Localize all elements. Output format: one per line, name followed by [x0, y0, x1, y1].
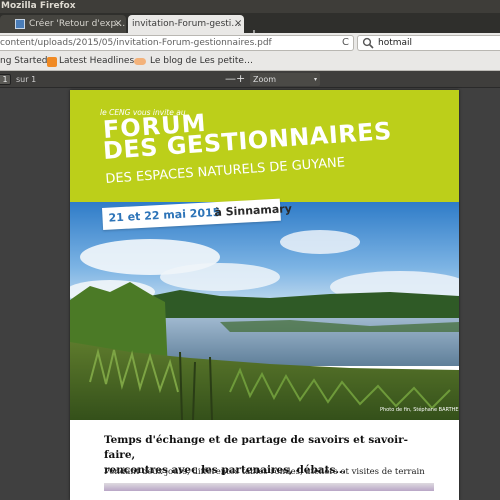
chevron-down-icon: ▾ [313, 76, 317, 83]
bookmarks-toolbar: ng Started Latest Headlines ▾ Le blog de… [0, 53, 500, 71]
close-icon[interactable]: × [114, 15, 122, 33]
window-title: Mozilla Firefox [1, 1, 76, 11]
lead-line: Temps d'échange et de partage de savoirs… [104, 434, 409, 461]
tab-invitation-pdf[interactable]: invitation-Forum-gesti… × [128, 15, 244, 33]
bookmark-le-blog[interactable]: Le blog de Les petite… [150, 53, 253, 70]
tab-creer-retour[interactable]: Créer 'Retour d'exp… × [0, 15, 126, 33]
tab-label: Créer 'Retour d'exp… [29, 19, 126, 29]
close-icon[interactable]: × [234, 15, 242, 33]
address-bar[interactable]: content/uploads/2015/05/invitation-Forum… [0, 35, 354, 51]
search-icon [362, 37, 374, 49]
navigation-toolbar: content/uploads/2015/05/invitation-Forum… [0, 33, 500, 53]
pdf-viewer[interactable]: le CENG vous invite au FORUM DES GESTION… [0, 88, 500, 500]
page-number-input[interactable]: 1 [0, 74, 11, 85]
body-paragraph: Pendant deux jours, différentes tables r… [104, 467, 425, 477]
event-place: à Sinnamary [214, 202, 293, 220]
search-input[interactable]: hotmail [357, 35, 500, 51]
tab-strip: Créer 'Retour d'exp… × invitation-Forum-… [0, 13, 500, 42]
page-count-label: sur 1 [16, 75, 37, 84]
bookmark-latest-headlines[interactable]: Latest Headlines ▾ [59, 53, 142, 70]
bookmark-favicon-icon [134, 58, 146, 65]
zoom-select[interactable]: Zoom automatique ▾ [250, 73, 320, 97]
reload-icon[interactable]: C [342, 36, 349, 50]
url-text[interactable]: content/uploads/2015/05/invitation-Forum… [0, 36, 272, 50]
photo-credit: Photo de fin, Stéphane BARTHE [380, 407, 459, 413]
bookmark-getting-started[interactable]: ng Started [0, 53, 48, 70]
window-titlebar: Mozilla Firefox [0, 0, 500, 13]
zoom-out-button[interactable]: — [225, 71, 236, 87]
landscape-photo [70, 202, 459, 420]
search-value[interactable]: hotmail [378, 36, 412, 50]
rendering-overlay [104, 483, 434, 491]
zoom-in-button[interactable]: + [236, 71, 245, 87]
tab-label: invitation-Forum-gesti… [132, 19, 241, 29]
page-favicon-icon [15, 19, 25, 29]
pdf-toolbar: 1 sur 1 — + Zoom automatique ▾ [0, 71, 500, 97]
invitation-banner: le CENG vous invite au FORUM DES GESTION… [70, 90, 459, 205]
pdf-page: le CENG vous invite au FORUM DES GESTION… [70, 90, 459, 500]
rss-feed-icon [47, 57, 57, 67]
